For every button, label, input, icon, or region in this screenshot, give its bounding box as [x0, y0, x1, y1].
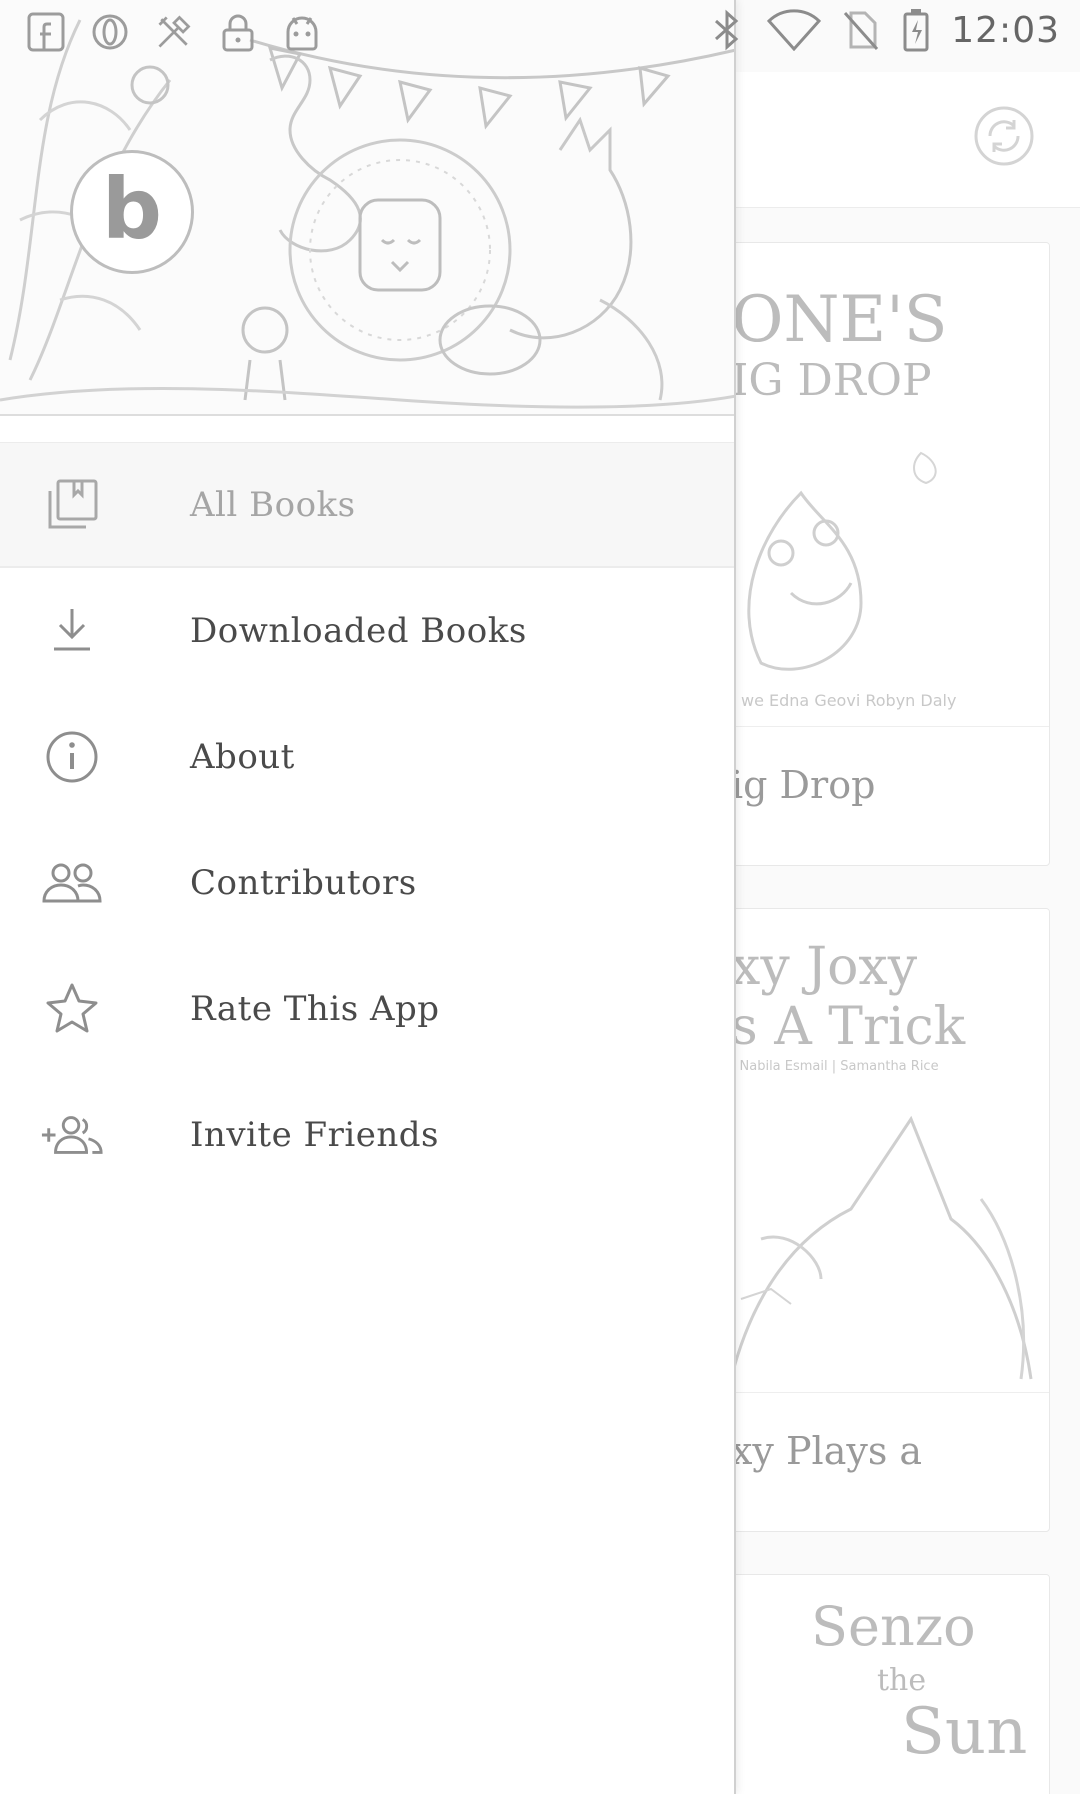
status-bar: 12:03	[0, 0, 1080, 64]
menu-item-downloaded-books[interactable]: Downloaded Books	[0, 568, 734, 694]
cover-credits: we Edna Geovi Robyn Daly	[741, 691, 957, 710]
opera-icon	[90, 10, 130, 54]
book-cover: ONE'S IG DROP we Edna Geovi Robyn Daly	[721, 243, 1049, 727]
people-icon	[40, 851, 104, 915]
cover-illustration	[747, 451, 937, 671]
drawer-menu: All Books Downloaded Books About Contrib…	[0, 442, 734, 1198]
star-icon	[40, 977, 104, 1041]
notification-icons	[26, 10, 322, 54]
book-card[interactable]: Senzo the Sun	[720, 1574, 1050, 1794]
book-cover: xy Joxy s A Trick | Nabila Esmail | Sama…	[721, 909, 1049, 1393]
menu-item-label: Rate This App	[190, 989, 440, 1029]
no-sim-icon	[841, 8, 881, 52]
menu-item-label: Downloaded Books	[190, 611, 527, 651]
cover-title: xy Joxy	[731, 937, 918, 997]
wifi-icon	[767, 8, 822, 52]
menu-item-rate-this-app[interactable]: Rate This App	[0, 946, 734, 1072]
sync-icon[interactable]	[968, 100, 1040, 172]
download-icon	[40, 599, 104, 663]
book-title: ig Drop	[731, 763, 876, 807]
navigation-drawer: b All Books Downloaded Books About Contr…	[0, 0, 736, 1794]
cover-subtitle: IG DROP	[731, 355, 932, 406]
menu-item-invite-friends[interactable]: Invite Friends	[0, 1072, 734, 1198]
library-icon	[40, 473, 104, 537]
facebook-icon	[26, 10, 66, 54]
book-card[interactable]: xy Joxy s A Trick | Nabila Esmail | Sama…	[720, 908, 1050, 1532]
menu-item-all-books[interactable]: All Books	[0, 442, 734, 568]
cover-subtitle: Sun	[901, 1695, 1028, 1769]
cover-credits: | Nabila Esmail | Samantha Rice	[731, 1059, 939, 1074]
cover-title: ONE'S	[731, 283, 948, 357]
battery-charging-icon	[901, 8, 931, 52]
book-cover: Senzo the Sun	[721, 1575, 1049, 1794]
app-logo: b	[70, 150, 194, 274]
app-logo-letter: b	[101, 160, 163, 258]
menu-item-label: Invite Friends	[190, 1115, 439, 1155]
lock-icon	[218, 10, 258, 54]
menu-item-about[interactable]: About	[0, 694, 734, 820]
menu-item-label: All Books	[190, 484, 356, 525]
status-time: 12:03	[951, 9, 1060, 51]
book-card[interactable]: ONE'S IG DROP we Edna Geovi Robyn Daly i…	[720, 242, 1050, 866]
android-icon	[282, 10, 322, 54]
book-title: xy Plays a	[731, 1429, 923, 1473]
bluetooth-icon	[707, 8, 747, 52]
menu-item-label: Contributors	[190, 863, 417, 903]
menu-item-contributors[interactable]: Contributors	[0, 820, 734, 946]
cover-title: Senzo	[811, 1595, 976, 1658]
cover-subtitle: s A Trick	[731, 997, 966, 1057]
tools-icon	[154, 10, 194, 54]
menu-item-label: About	[190, 737, 295, 777]
system-icons: 12:03	[707, 8, 1060, 52]
cover-subtitle: the	[877, 1663, 927, 1698]
add-people-icon	[40, 1103, 104, 1167]
info-icon	[40, 725, 104, 789]
cover-illustration	[729, 1115, 1033, 1380]
